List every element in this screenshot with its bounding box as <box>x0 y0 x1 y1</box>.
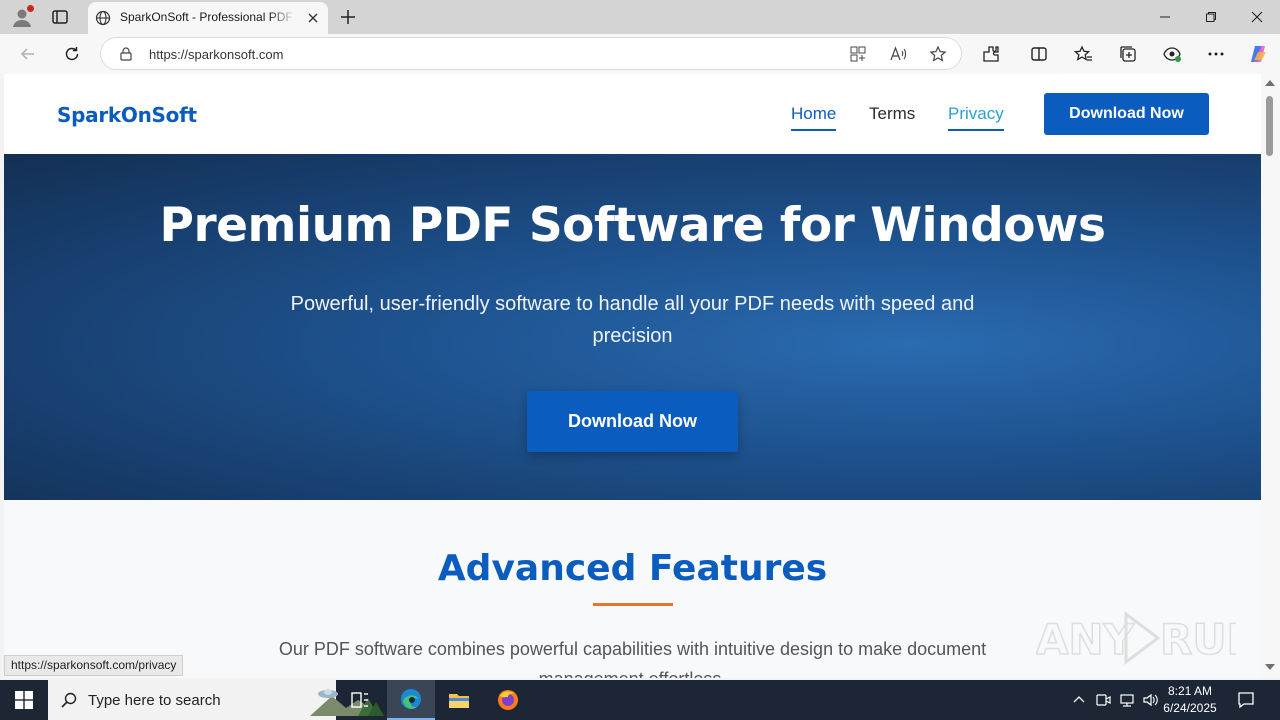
search-placeholder[interactable]: Type here to search <box>88 692 221 709</box>
heading-underline <box>593 603 673 606</box>
status-bar-url: https://sparkonsoft.com/privacy <box>4 655 184 676</box>
windows-start-icon[interactable] <box>0 680 48 720</box>
browser-essentials-icon[interactable] <box>1162 44 1182 64</box>
tab-title: SparkOnSoft - Professional PDF Software … <box>120 10 296 24</box>
firefox-icon[interactable] <box>484 680 532 720</box>
profile-avatar-icon[interactable] <box>10 5 34 29</box>
task-view-icon[interactable] <box>336 680 384 720</box>
minimize-icon[interactable] <box>1142 0 1188 34</box>
anyrun-watermark-logo: ANY RUN <box>1035 608 1262 668</box>
tab-actions-icon[interactable] <box>50 7 70 27</box>
page-scrollbar[interactable] <box>1261 74 1280 678</box>
collections-icon[interactable] <box>1118 44 1138 64</box>
taskbar-search-box[interactable]: Type here to search <box>48 680 384 720</box>
globe-icon <box>95 10 111 26</box>
header-download-button[interactable]: Download Now <box>1044 93 1209 135</box>
more-options-icon[interactable] <box>1206 44 1226 64</box>
hero-section: Premium PDF Software for Windows Powerfu… <box>4 154 1261 500</box>
site-logo[interactable]: SparkOnSoft <box>57 103 197 127</box>
scroll-up-arrow-icon[interactable] <box>1265 80 1275 86</box>
meet-now-icon[interactable] <box>1094 691 1112 709</box>
read-aloud-icon[interactable] <box>889 45 907 63</box>
svg-text:ANY: ANY <box>1036 615 1135 664</box>
show-hidden-icons-chevron-icon[interactable] <box>1070 691 1088 709</box>
close-window-icon[interactable] <box>1234 0 1280 34</box>
lock-icon[interactable] <box>118 46 134 62</box>
hero-download-button[interactable]: Download Now <box>527 391 738 452</box>
url-bar[interactable]: https://sparkonsoft.com <box>100 37 962 70</box>
file-explorer-icon[interactable] <box>435 680 483 720</box>
svg-text:RUN: RUN <box>1160 615 1236 664</box>
browser-address-bar: https://sparkonsoft.com <box>0 34 1280 74</box>
network-icon[interactable] <box>1118 691 1136 709</box>
app-available-icon[interactable] <box>849 45 867 63</box>
browser-tab-bar: SparkOnSoft - Professional PDF Software … <box>0 0 1280 34</box>
back-icon[interactable] <box>18 44 38 64</box>
hero-subtitle: Powerful, user-friendly software to hand… <box>290 293 975 347</box>
hero-title: Premium PDF Software for Windows <box>159 198 1106 253</box>
close-tab-icon[interactable] <box>306 11 320 25</box>
nav-terms-link[interactable]: Terms <box>869 104 915 129</box>
favorites-icon[interactable] <box>1073 44 1093 64</box>
new-tab-icon[interactable] <box>338 7 358 27</box>
url-text[interactable]: https://sparkonsoft.com <box>149 47 283 62</box>
split-screen-icon[interactable] <box>1029 44 1049 64</box>
scroll-down-arrow-icon[interactable] <box>1265 664 1275 670</box>
site-header: SparkOnSoft Home Terms Privacy Download … <box>4 74 1261 154</box>
favorite-star-icon[interactable] <box>929 45 947 63</box>
search-icon <box>60 691 78 709</box>
refresh-icon[interactable] <box>62 44 82 64</box>
nav-privacy-link[interactable]: Privacy <box>948 104 1004 131</box>
features-description: Our PDF software combines powerful capab… <box>278 639 987 678</box>
extensions-icon[interactable] <box>981 44 1001 64</box>
features-heading: Advanced Features <box>437 548 828 589</box>
restore-icon[interactable] <box>1188 0 1234 34</box>
clock-date: 6/24/2025 <box>1163 701 1217 715</box>
volume-icon[interactable] <box>1142 691 1160 709</box>
scrollbar-thumb[interactable] <box>1266 96 1273 156</box>
nav-home-link[interactable]: Home <box>791 104 837 131</box>
windows-taskbar: Type here to search 8:21 AM 6/24/2025 <box>0 680 1280 720</box>
tab-active[interactable]: SparkOnSoft - Professional PDF Software … <box>88 2 328 34</box>
copilot-icon[interactable] <box>1248 44 1268 64</box>
taskbar-clock[interactable]: 8:21 AM 6/24/2025 <box>1160 683 1220 717</box>
notification-center-icon[interactable] <box>1236 690 1256 710</box>
edge-browser-icon[interactable] <box>387 680 435 720</box>
page-viewport: SparkOnSoft Home Terms Privacy Download … <box>4 74 1261 678</box>
clock-time: 8:21 AM <box>1167 684 1213 698</box>
